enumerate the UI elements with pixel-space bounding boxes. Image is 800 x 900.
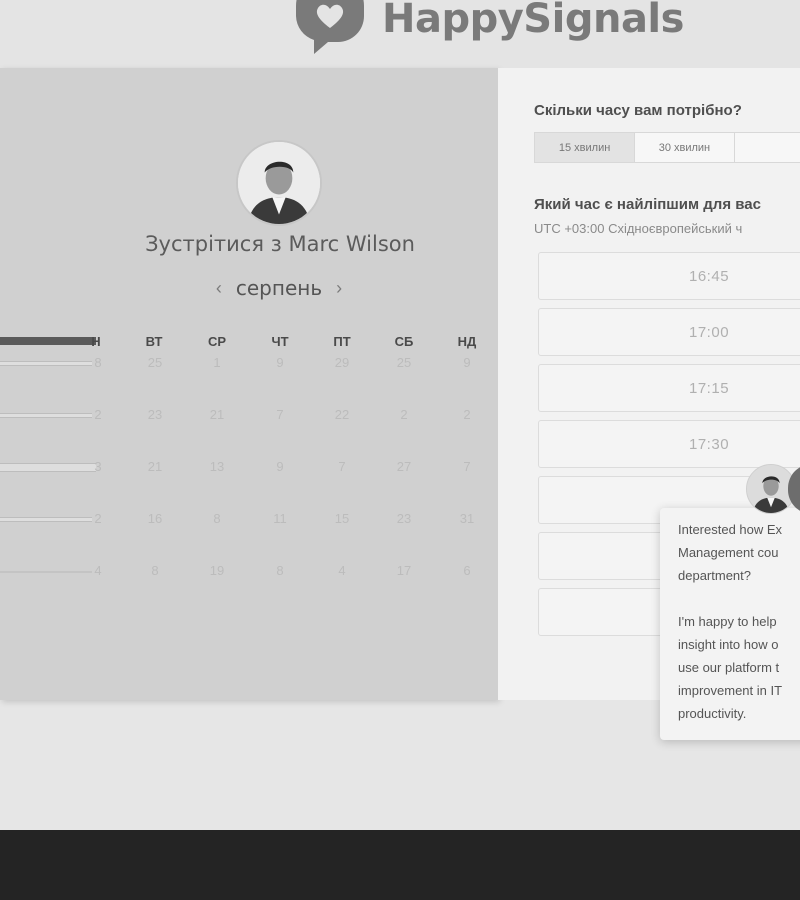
calendar-day[interactable]: 3 [78, 459, 118, 474]
page-footer-band [0, 830, 800, 900]
time-slot-label: 17:00 [689, 324, 730, 341]
chat-line: use our platform t [678, 660, 780, 675]
time-question: Який час є найліпшим для вас [534, 196, 761, 213]
heart-speech-bubble-icon [296, 0, 364, 54]
calendar-day[interactable]: 9 [260, 355, 300, 370]
calendar-day[interactable]: 19 [197, 563, 237, 578]
calendar-day[interactable]: 17 [384, 563, 424, 578]
calendar-week-row: 4 8 19 8 4 17 6 [0, 563, 498, 579]
calendar-day[interactable]: 1 [197, 355, 237, 370]
calendar-day[interactable]: 2 [78, 511, 118, 526]
calendar-day[interactable]: 21 [197, 407, 237, 422]
chevron-right-icon[interactable]: › [336, 278, 342, 299]
calendar-day[interactable]: 31 [447, 511, 487, 526]
calendar-day[interactable]: 8 [78, 355, 118, 370]
calendar-day[interactable]: 7 [447, 459, 487, 474]
calendar-day[interactable]: 11 [260, 511, 300, 526]
duration-option-15[interactable]: 15 хвилин [534, 132, 636, 163]
calendar-day[interactable]: 9 [447, 355, 487, 370]
weekday-label: Н [91, 334, 101, 349]
calendar-week-row: 8 25 1 9 29 25 9 [0, 355, 498, 371]
calendar-day[interactable]: 8 [197, 511, 237, 526]
calendar-day[interactable]: 21 [135, 459, 175, 474]
chat-line: department? [678, 568, 751, 583]
weekday-label: СР [207, 334, 227, 349]
chevron-left-icon[interactable]: ‹ [216, 278, 222, 299]
calendar-week-row: 2 16 8 11 15 23 31 [0, 511, 498, 527]
calendar-day[interactable]: 2 [447, 407, 487, 422]
calendar-week-row: 2 23 21 7 22 2 2 [0, 407, 498, 423]
calendar-day[interactable]: 15 [322, 511, 362, 526]
calendar-day[interactable]: 2 [384, 407, 424, 422]
calendar-day[interactable]: 6 [447, 563, 487, 578]
host-avatar [236, 140, 322, 226]
chat-line: productivity. [678, 706, 747, 721]
calendar-day[interactable]: 4 [78, 563, 118, 578]
calendar-day[interactable]: 25 [135, 355, 175, 370]
calendar-day[interactable]: 7 [260, 407, 300, 422]
chat-line: Interested how Ex [678, 522, 783, 537]
weekday-label: ПТ [333, 334, 351, 349]
time-slot-label: 17:30 [689, 436, 730, 453]
chat-line: insight into how o [678, 637, 779, 652]
meeting-title: Зустрітися з Marc Wilson [145, 232, 415, 256]
brand-name: HappySignals [382, 0, 684, 42]
chat-line [678, 587, 800, 610]
calendar-day[interactable]: 13 [197, 459, 237, 474]
month-label: серпень [235, 276, 323, 300]
calendar-day[interactable]: 23 [384, 511, 424, 526]
calendar-day[interactable]: 27 [384, 459, 424, 474]
timezone-label[interactable]: UTC +03:00 Східноєвропейський ч [534, 221, 742, 236]
weekday-label: НД [457, 334, 477, 349]
duration-tabs: 15 хвилин 30 хвилин [534, 132, 800, 163]
weekday-label: ВТ [145, 334, 163, 349]
month-navigation: ‹ серпень › [0, 276, 558, 300]
calendar-week-row: 3 21 13 9 7 27 7 [0, 459, 498, 475]
time-slot[interactable]: 17:30 [538, 420, 800, 468]
duration-option-30[interactable]: 30 хвилин [635, 132, 735, 163]
calendar-day[interactable]: 8 [135, 563, 175, 578]
calendar-day[interactable]: 23 [135, 407, 175, 422]
calendar-day[interactable]: 8 [260, 563, 300, 578]
time-slot[interactable]: 17:15 [538, 364, 800, 412]
calendar-weekday-header: Н ВТ СР ЧТ ПТ СБ НД [0, 334, 498, 349]
chat-line: improvement in IT [678, 683, 783, 698]
calendar-day[interactable]: 7 [322, 459, 362, 474]
top-header: HappySignals [0, 0, 800, 68]
duration-question: Скільки часу вам потрібно? [534, 102, 742, 119]
time-slot[interactable]: 17:00 [538, 308, 800, 356]
calendar-day[interactable]: 25 [384, 355, 424, 370]
calendar-day[interactable]: 2 [78, 407, 118, 422]
time-slot-label: 16:45 [689, 268, 730, 285]
calendar-day[interactable]: 4 [322, 563, 362, 578]
chat-line: Management cou [678, 545, 779, 560]
calendar-day[interactable]: 9 [260, 459, 300, 474]
chat-message: Interested how Ex Management cou departm… [678, 518, 800, 725]
duration-option-60[interactable] [734, 132, 800, 163]
brand-logo[interactable]: HappySignals [288, 0, 684, 54]
time-slot[interactable]: 16:45 [538, 252, 800, 300]
weekday-label: ЧТ [271, 334, 289, 349]
calendar-day[interactable]: 29 [322, 355, 362, 370]
calendar-day[interactable]: 22 [322, 407, 362, 422]
chat-line: I'm happy to help [678, 614, 777, 629]
chat-popup[interactable]: Interested how Ex Management cou departm… [660, 508, 800, 740]
calendar-day[interactable]: 16 [135, 511, 175, 526]
time-slot-label: 17:15 [689, 380, 730, 397]
weekday-label: СБ [394, 334, 414, 349]
